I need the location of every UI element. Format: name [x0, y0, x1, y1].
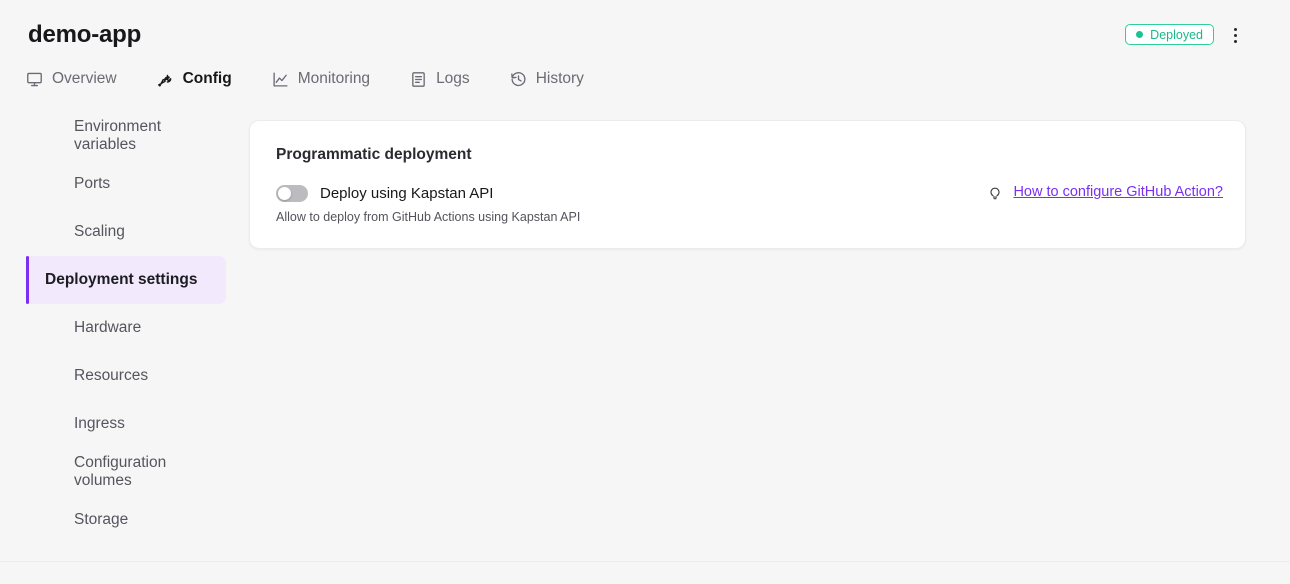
kebab-dot-1	[1233, 27, 1237, 31]
wrench-icon	[157, 71, 174, 88]
sidebar-item-label: Configuration volumes	[74, 454, 167, 489]
toggle-knob	[278, 187, 291, 200]
tab-monitoring[interactable]: Monitoring	[272, 70, 370, 88]
tab-monitoring-label: Monitoring	[297, 70, 371, 87]
kebab-dot-2	[1233, 33, 1237, 37]
programmatic-deployment-card: Programmatic deployment Deploy using Kap…	[249, 120, 1246, 249]
sidebar-item-environment-variables[interactable]: Environment variables	[29, 112, 226, 160]
lightbulb-icon	[987, 184, 1003, 200]
tab-history-label: History	[535, 70, 584, 87]
sidebar-item-label: Ports	[74, 175, 111, 192]
help-link-group: How to configure GitHub Action?	[987, 184, 1223, 200]
sidebar-item-label: Deployment settings	[45, 271, 198, 288]
deploy-using-kapstan-api-toggle[interactable]	[276, 185, 308, 202]
tab-history[interactable]: History	[510, 70, 584, 88]
page-title: demo-app	[28, 21, 142, 48]
sidebar-item-label: Ingress	[74, 415, 125, 432]
configure-github-action-link[interactable]: How to configure GitHub Action?	[1013, 184, 1223, 200]
tab-logs[interactable]: Logs	[410, 70, 470, 88]
sidebar-item-storage[interactable]: Storage	[29, 496, 226, 544]
tab-bar: Overview Config Monitoring Logs History	[26, 70, 624, 88]
tab-overview-label: Overview	[52, 70, 117, 87]
deploy-api-toggle-description: Allow to deploy from GitHub Actions usin…	[276, 210, 581, 224]
status-dot-icon	[1136, 31, 1144, 38]
clock-undo-icon	[510, 71, 527, 88]
kebab-dot-3	[1233, 39, 1237, 43]
status-badge: Deployed	[1125, 24, 1214, 45]
footer-divider	[0, 561, 1290, 562]
sidebar-item-label: Environment variables	[74, 118, 162, 153]
status-badge-label: Deployed	[1150, 27, 1203, 42]
tab-logs-label: Logs	[436, 70, 470, 87]
app-page: demo-app Deployed Overview Config Monito…	[0, 0, 1290, 584]
tab-overview[interactable]: Overview	[26, 70, 117, 88]
sidebar-item-label: Storage	[74, 511, 129, 528]
deploy-api-toggle-label: Deploy using Kapstan API	[320, 185, 494, 202]
document-icon	[410, 71, 427, 88]
sidebar-item-resources[interactable]: Resources	[29, 352, 226, 400]
monitor-icon	[26, 71, 43, 88]
card-title: Programmatic deployment	[276, 146, 472, 163]
line-chart-icon	[272, 71, 289, 88]
sidebar-item-label: Hardware	[74, 319, 142, 336]
tab-config-label: Config	[182, 70, 232, 87]
sidebar-item-label: Scaling	[74, 223, 125, 240]
sidebar-item-hardware[interactable]: Hardware	[29, 304, 226, 352]
sidebar-item-ports[interactable]: Ports	[29, 160, 226, 208]
page-header: demo-app Deployed Overview Config Monito…	[0, 0, 1290, 103]
deploy-api-toggle-row: Deploy using Kapstan API	[276, 185, 493, 202]
sidebar-item-label: Resources	[74, 367, 149, 384]
config-sidebar: Environment variables Ports Scaling Depl…	[0, 112, 230, 544]
sidebar-item-configuration-volumes[interactable]: Configuration volumes	[29, 448, 226, 496]
kebab-menu-icon[interactable]	[1225, 24, 1245, 46]
sidebar-item-ingress[interactable]: Ingress	[29, 400, 226, 448]
sidebar-item-scaling[interactable]: Scaling	[29, 208, 226, 256]
tab-config[interactable]: Config	[157, 70, 232, 88]
sidebar-item-deployment-settings[interactable]: Deployment settings	[26, 256, 226, 304]
